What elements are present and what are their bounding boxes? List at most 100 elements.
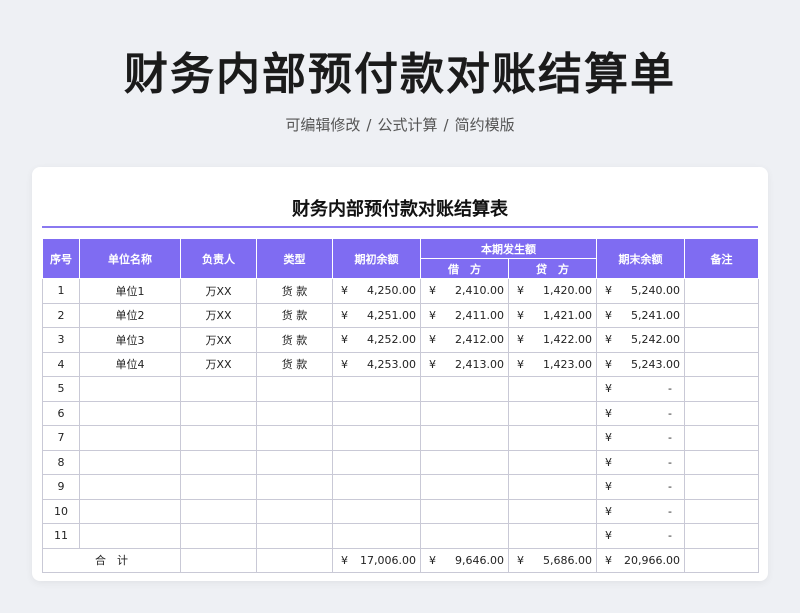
remark-cell[interactable] — [684, 498, 759, 524]
money-cell[interactable] — [420, 400, 509, 426]
money-cell[interactable]: ¥20,966.00 — [596, 547, 685, 573]
money-cell[interactable] — [508, 376, 597, 402]
seq-cell[interactable]: 9 — [42, 474, 80, 500]
money-cell[interactable]: ¥ - — [596, 474, 685, 500]
remark-cell[interactable] — [684, 547, 759, 573]
money-cell[interactable]: ¥5,241.00 — [596, 302, 685, 328]
money-cell[interactable] — [420, 449, 509, 475]
money-cell[interactable] — [420, 376, 509, 402]
money-cell[interactable] — [332, 449, 421, 475]
money-cell[interactable] — [332, 523, 421, 549]
remark-cell[interactable] — [684, 425, 759, 451]
type-cell[interactable]: 货 款 — [256, 278, 333, 304]
type-cell[interactable]: 货 款 — [256, 351, 333, 377]
money-cell[interactable] — [508, 449, 597, 475]
remark-cell[interactable] — [684, 302, 759, 328]
type-cell[interactable] — [256, 425, 333, 451]
person-cell[interactable] — [180, 425, 257, 451]
seq-cell[interactable]: 2 — [42, 302, 80, 328]
unit-name-cell[interactable] — [79, 474, 181, 500]
type-cell[interactable]: 货 款 — [256, 302, 333, 328]
unit-name-cell[interactable]: 单位3 — [79, 327, 181, 353]
person-cell[interactable] — [180, 523, 257, 549]
money-cell[interactable]: ¥ - — [596, 376, 685, 402]
money-cell[interactable] — [420, 523, 509, 549]
seq-cell[interactable]: 10 — [42, 498, 80, 524]
type-cell[interactable] — [256, 400, 333, 426]
person-cell[interactable] — [180, 474, 257, 500]
unit-name-cell[interactable] — [79, 523, 181, 549]
money-cell[interactable] — [420, 425, 509, 451]
seq-cell[interactable]: 4 — [42, 351, 80, 377]
seq-cell[interactable]: 7 — [42, 425, 80, 451]
money-cell[interactable] — [508, 425, 597, 451]
unit-name-cell[interactable] — [79, 498, 181, 524]
money-cell[interactable] — [508, 523, 597, 549]
unit-name-cell[interactable] — [79, 400, 181, 426]
type-cell[interactable] — [256, 474, 333, 500]
money-cell[interactable]: ¥5,686.00 — [508, 547, 597, 573]
seq-cell[interactable]: 8 — [42, 449, 80, 475]
money-cell[interactable]: ¥ - — [596, 400, 685, 426]
money-cell[interactable] — [420, 498, 509, 524]
money-cell[interactable]: ¥4,251.00 — [332, 302, 421, 328]
type-cell[interactable] — [256, 449, 333, 475]
money-cell[interactable]: ¥4,250.00 — [332, 278, 421, 304]
unit-name-cell[interactable]: 单位1 — [79, 278, 181, 304]
money-cell[interactable]: ¥1,421.00 — [508, 302, 597, 328]
type-cell[interactable] — [256, 376, 333, 402]
money-cell[interactable]: ¥1,422.00 — [508, 327, 597, 353]
money-cell[interactable] — [508, 474, 597, 500]
money-cell[interactable] — [332, 376, 421, 402]
money-cell[interactable]: ¥2,412.00 — [420, 327, 509, 353]
unit-name-cell[interactable] — [79, 425, 181, 451]
money-cell[interactable] — [332, 474, 421, 500]
seq-cell[interactable]: 5 — [42, 376, 80, 402]
money-cell[interactable] — [332, 425, 421, 451]
type-cell[interactable]: 货 款 — [256, 327, 333, 353]
money-cell[interactable]: ¥5,242.00 — [596, 327, 685, 353]
money-cell[interactable] — [420, 474, 509, 500]
money-cell[interactable]: ¥4,252.00 — [332, 327, 421, 353]
person-cell[interactable] — [180, 400, 257, 426]
money-cell[interactable]: ¥ - — [596, 425, 685, 451]
seq-cell[interactable]: 6 — [42, 400, 80, 426]
money-cell[interactable]: ¥9,646.00 — [420, 547, 509, 573]
person-cell[interactable]: 万XX — [180, 351, 257, 377]
person-cell[interactable] — [180, 376, 257, 402]
remark-cell[interactable] — [684, 449, 759, 475]
unit-name-cell[interactable] — [79, 449, 181, 475]
money-cell[interactable]: ¥2,411.00 — [420, 302, 509, 328]
remark-cell[interactable] — [684, 474, 759, 500]
money-cell[interactable]: ¥2,413.00 — [420, 351, 509, 377]
seq-cell[interactable]: 3 — [42, 327, 80, 353]
money-cell[interactable]: ¥4,253.00 — [332, 351, 421, 377]
person-cell[interactable] — [180, 498, 257, 524]
money-cell[interactable] — [508, 498, 597, 524]
money-cell[interactable]: ¥ - — [596, 498, 685, 524]
person-cell[interactable] — [180, 449, 257, 475]
money-cell[interactable]: ¥ - — [596, 523, 685, 549]
type-cell[interactable] — [256, 498, 333, 524]
remark-cell[interactable] — [684, 400, 759, 426]
unit-name-cell[interactable] — [79, 376, 181, 402]
money-cell[interactable] — [332, 498, 421, 524]
money-cell[interactable]: ¥1,420.00 — [508, 278, 597, 304]
seq-cell[interactable]: 1 — [42, 278, 80, 304]
seq-cell[interactable]: 11 — [42, 523, 80, 549]
money-cell[interactable]: ¥17,006.00 — [332, 547, 421, 573]
person-cell[interactable]: 万XX — [180, 302, 257, 328]
unit-name-cell[interactable]: 单位4 — [79, 351, 181, 377]
type-cell[interactable] — [256, 523, 333, 549]
remark-cell[interactable] — [684, 327, 759, 353]
money-cell[interactable]: ¥2,410.00 — [420, 278, 509, 304]
money-cell[interactable]: ¥5,240.00 — [596, 278, 685, 304]
money-cell[interactable]: ¥ - — [596, 449, 685, 475]
money-cell[interactable] — [332, 400, 421, 426]
remark-cell[interactable] — [684, 376, 759, 402]
remark-cell[interactable] — [684, 278, 759, 304]
person-cell[interactable]: 万XX — [180, 327, 257, 353]
unit-name-cell[interactable]: 单位2 — [79, 302, 181, 328]
money-cell[interactable]: ¥1,423.00 — [508, 351, 597, 377]
person-cell[interactable]: 万XX — [180, 278, 257, 304]
